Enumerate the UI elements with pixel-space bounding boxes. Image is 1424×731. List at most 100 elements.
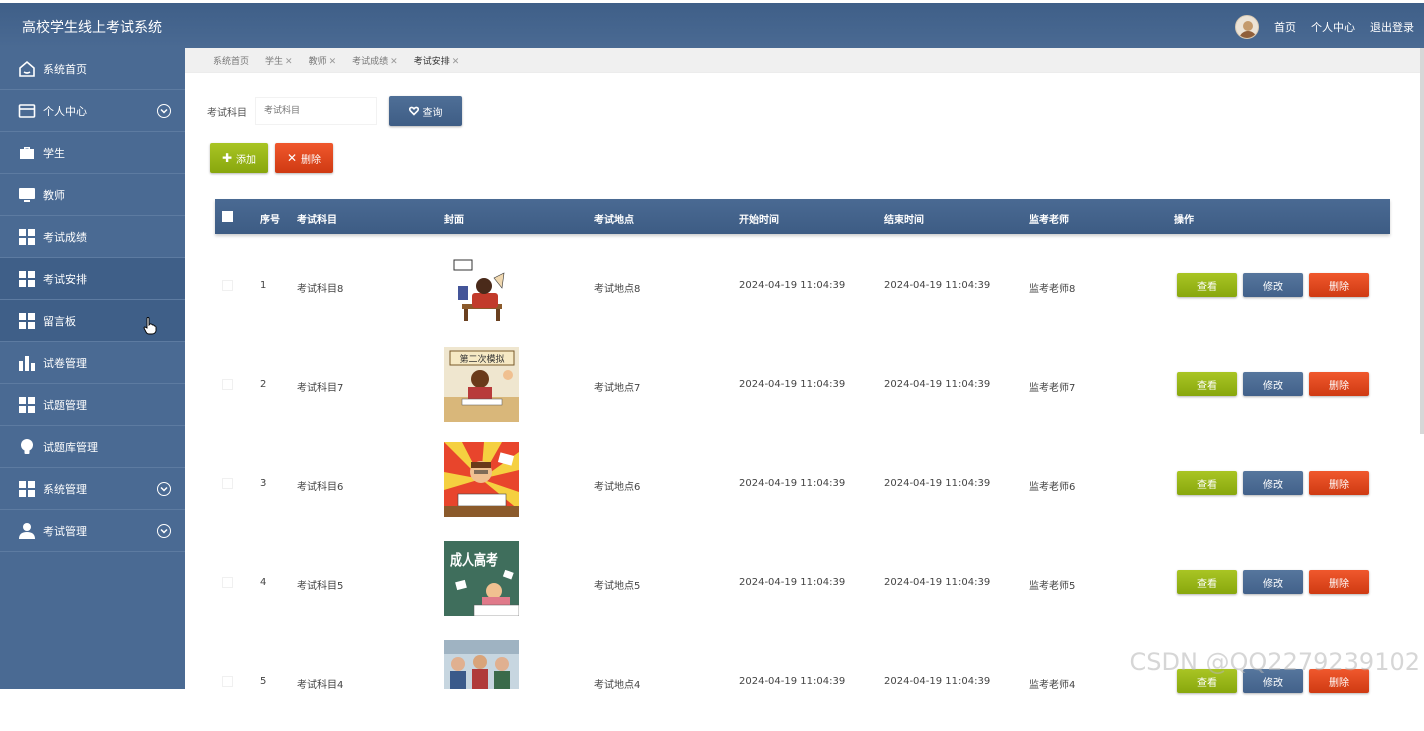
view-button[interactable]: 查看 xyxy=(1177,471,1237,495)
tab-home[interactable]: 系统首页 xyxy=(213,54,249,67)
close-icon[interactable]: ✕ xyxy=(285,57,293,67)
add-button[interactable]: ✚ 添加 xyxy=(210,143,268,173)
chevron-down-icon[interactable] xyxy=(157,523,171,538)
cover-image xyxy=(444,442,519,517)
user-avatar[interactable] xyxy=(1235,15,1259,39)
tab-students[interactable]: 学生 ✕ xyxy=(265,54,293,67)
row-checkbox[interactable] xyxy=(222,676,233,687)
bar-chart-icon xyxy=(18,354,36,372)
delete-button[interactable]: 删除 xyxy=(1309,273,1369,297)
column-header: 封面 xyxy=(444,215,464,226)
card-icon xyxy=(18,102,36,120)
column-header: 结束时间 xyxy=(884,215,924,226)
vertical-scrollbar[interactable] xyxy=(1420,48,1424,434)
sidebar-item-label: 个人中心 xyxy=(43,104,87,118)
sidebar-item-students[interactable]: 学生 xyxy=(0,132,185,174)
select-all-checkbox[interactable] xyxy=(222,211,233,222)
edit-button[interactable]: 修改 xyxy=(1243,372,1303,396)
action-row: ✚ 添加 ✕ 删除 xyxy=(210,143,333,173)
row-number: 1 xyxy=(260,280,267,291)
close-icon[interactable]: ✕ xyxy=(329,57,337,67)
batch-delete-button[interactable]: ✕ 删除 xyxy=(275,143,333,173)
sidebar-item-teachers[interactable]: 教师 xyxy=(0,174,185,216)
row-end-time: 2024-04-19 11:04:39 xyxy=(884,676,991,687)
main-content: 系统首页 学生✕ 教师✕ 考试成绩✕ 考试安排✕ 考试科目 查询 ✚添加 ✕删除… xyxy=(185,48,1424,693)
row-start-time: 2024-04-19 11:04:39 xyxy=(739,280,846,291)
close-icon[interactable]: ✕ xyxy=(452,57,460,67)
monitor-icon xyxy=(18,186,36,204)
user-icon xyxy=(18,522,36,540)
row-checkbox[interactable] xyxy=(222,478,233,489)
delete-button[interactable]: 删除 xyxy=(1309,372,1369,396)
tab-teachers[interactable]: 教师 ✕ xyxy=(309,54,337,67)
sidebar-item-label: 考试管理 xyxy=(43,524,87,538)
sidebar-item-paper-management[interactable]: 试卷管理 xyxy=(0,342,185,384)
sidebar-item-message-board[interactable]: 留言板 xyxy=(0,300,185,342)
edit-button[interactable]: 修改 xyxy=(1243,273,1303,297)
close-icon[interactable]: ✕ xyxy=(390,57,398,67)
column-header: 序号 xyxy=(260,215,280,226)
edit-button[interactable]: 修改 xyxy=(1243,471,1303,495)
view-button[interactable]: 查看 xyxy=(1177,570,1237,594)
grid-icon xyxy=(18,270,36,288)
row-start-time: 2024-04-19 11:04:39 xyxy=(739,478,846,489)
profile-link[interactable]: 个人中心 xyxy=(1311,19,1355,35)
chevron-down-icon[interactable] xyxy=(157,481,171,496)
column-header: 考试科目 xyxy=(297,215,337,226)
view-button[interactable]: 查看 xyxy=(1177,372,1237,396)
row-checkbox[interactable] xyxy=(222,280,233,291)
edit-button[interactable]: 修改 xyxy=(1243,570,1303,594)
cover-image: 第二次模拟 xyxy=(444,347,519,422)
subject-search-input[interactable] xyxy=(255,97,377,125)
tab-exam-scores[interactable]: 考试成绩 ✕ xyxy=(352,54,398,67)
sidebar-item-label: 考试安排 xyxy=(43,272,87,286)
sidebar-item-label: 试题库管理 xyxy=(43,440,98,454)
sidebar-item-question-management[interactable]: 试题管理 xyxy=(0,384,185,426)
row-teacher: 监考老师8 xyxy=(1029,284,1076,295)
sidebar-item-label: 试卷管理 xyxy=(43,356,87,370)
home-link[interactable]: 首页 xyxy=(1274,19,1296,35)
sidebar-item-home[interactable]: 系统首页 xyxy=(0,48,185,90)
table-row: 2 考试科目7 第二次模拟 考试地点7 2024-04-19 11:04:39 … xyxy=(215,335,1390,434)
cover-image xyxy=(444,248,519,323)
sidebar-item-label: 试题管理 xyxy=(43,398,87,412)
cover-image xyxy=(444,640,519,689)
row-end-time: 2024-04-19 11:04:39 xyxy=(884,577,991,588)
grid-icon xyxy=(18,312,36,330)
view-button[interactable]: 查看 xyxy=(1177,273,1237,297)
tab-exam-schedule[interactable]: 考试安排 ✕ xyxy=(414,54,460,67)
row-teacher: 监考老师6 xyxy=(1029,482,1076,493)
grid-icon xyxy=(18,480,36,498)
sidebar-item-question-bank[interactable]: 试题库管理 xyxy=(0,426,185,468)
sidebar-item-profile[interactable]: 个人中心 xyxy=(0,90,185,132)
row-checkbox[interactable] xyxy=(222,577,233,588)
row-number: 2 xyxy=(260,379,267,390)
table-header: 序号 考试科目 封面 考试地点 开始时间 结束时间 监考老师 操作 xyxy=(215,199,1390,234)
row-start-time: 2024-04-19 11:04:39 xyxy=(739,379,846,390)
column-header: 监考老师 xyxy=(1029,215,1069,226)
sidebar-item-exam-scores[interactable]: 考试成绩 xyxy=(0,216,185,258)
delete-button[interactable]: 删除 xyxy=(1309,471,1369,495)
row-location: 考试地点6 xyxy=(594,482,641,493)
sidebar-item-system-management[interactable]: 系统管理 xyxy=(0,468,185,510)
table-row: 5 考试科目4 考试地点4 2024-04-19 11:04:39 2024-0… xyxy=(215,632,1390,731)
row-teacher: 监考老师5 xyxy=(1029,581,1076,592)
search-button[interactable]: 查询 xyxy=(389,96,462,126)
sidebar-item-exam-schedule[interactable]: 考试安排 xyxy=(0,258,185,300)
table-row: 3 考试科目6 考试地点6 2024-04-19 11:04:39 2024-0… xyxy=(215,434,1390,533)
row-teacher: 监考老师7 xyxy=(1029,383,1076,394)
row-end-time: 2024-04-19 11:04:39 xyxy=(884,379,991,390)
row-subject: 考试科目6 xyxy=(297,482,344,493)
sidebar-item-label: 系统管理 xyxy=(43,482,87,496)
app-title: 高校学生线上考试系统 xyxy=(22,20,162,36)
sidebar-item-exam-management[interactable]: 考试管理 xyxy=(0,510,185,552)
logout-link[interactable]: 退出登录 xyxy=(1370,19,1414,35)
chevron-down-icon[interactable] xyxy=(157,103,171,118)
sidebar: 系统首页 个人中心 学生 教师 考试成绩 考试安排 留言板 试卷管理 试题管理 … xyxy=(0,48,185,689)
row-checkbox[interactable] xyxy=(222,379,233,390)
briefcase-icon xyxy=(18,144,36,162)
plus-icon: ✚ xyxy=(221,151,233,165)
row-start-time: 2024-04-19 11:04:39 xyxy=(739,577,846,588)
delete-button[interactable]: 删除 xyxy=(1309,570,1369,594)
row-number: 5 xyxy=(260,676,267,687)
